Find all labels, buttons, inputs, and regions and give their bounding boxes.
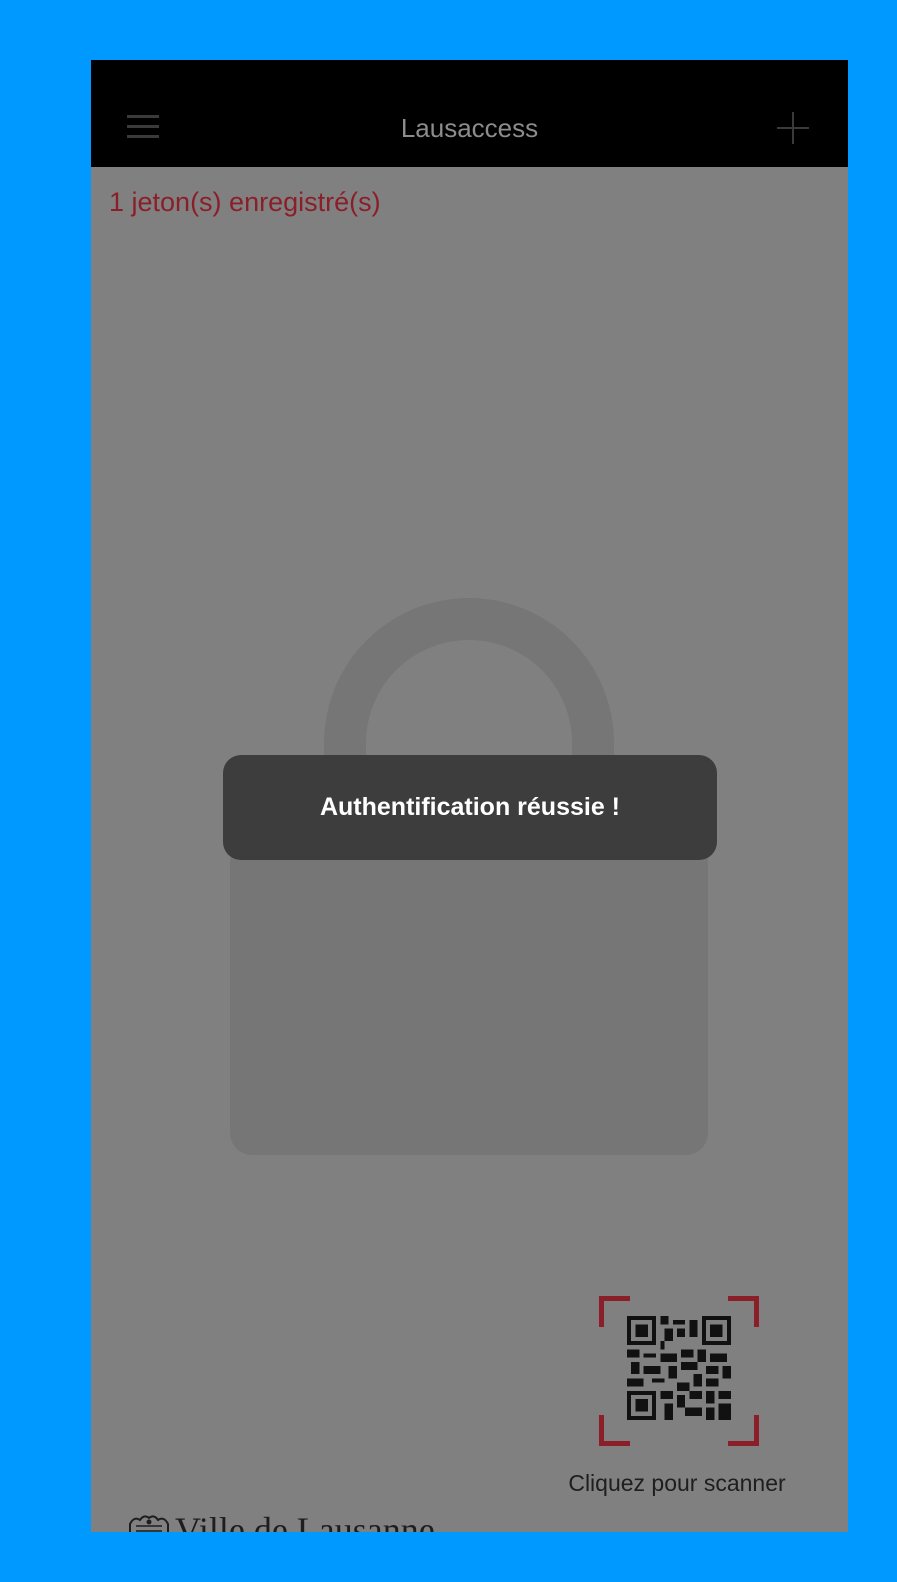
- lausanne-crest-icon: [129, 1515, 169, 1532]
- scan-button[interactable]: [599, 1296, 759, 1446]
- navigation-bar: Lausaccess: [91, 60, 848, 167]
- toast-notification: Authentification réussie !: [223, 755, 717, 860]
- scan-frame-corner: [599, 1296, 630, 1327]
- app-screen: Lausaccess 1 jeton(s) enregistré(s) Auth…: [91, 60, 848, 1532]
- scan-frame-corner: [599, 1415, 630, 1446]
- scan-frame-corner: [728, 1296, 759, 1327]
- lock-body: [230, 840, 708, 1155]
- footer-brand: Ville de Lausanne: [175, 1510, 435, 1532]
- scan-label[interactable]: Cliquez pour scanner: [537, 1468, 817, 1498]
- page-title: Lausaccess: [400, 113, 539, 143]
- qr-code-icon: [627, 1316, 731, 1420]
- plus-icon[interactable]: [777, 112, 809, 144]
- toast-message: Authentification réussie !: [319, 793, 621, 821]
- token-count-label: 1 jeton(s) enregistré(s): [109, 187, 381, 217]
- scan-frame-corner: [728, 1415, 759, 1446]
